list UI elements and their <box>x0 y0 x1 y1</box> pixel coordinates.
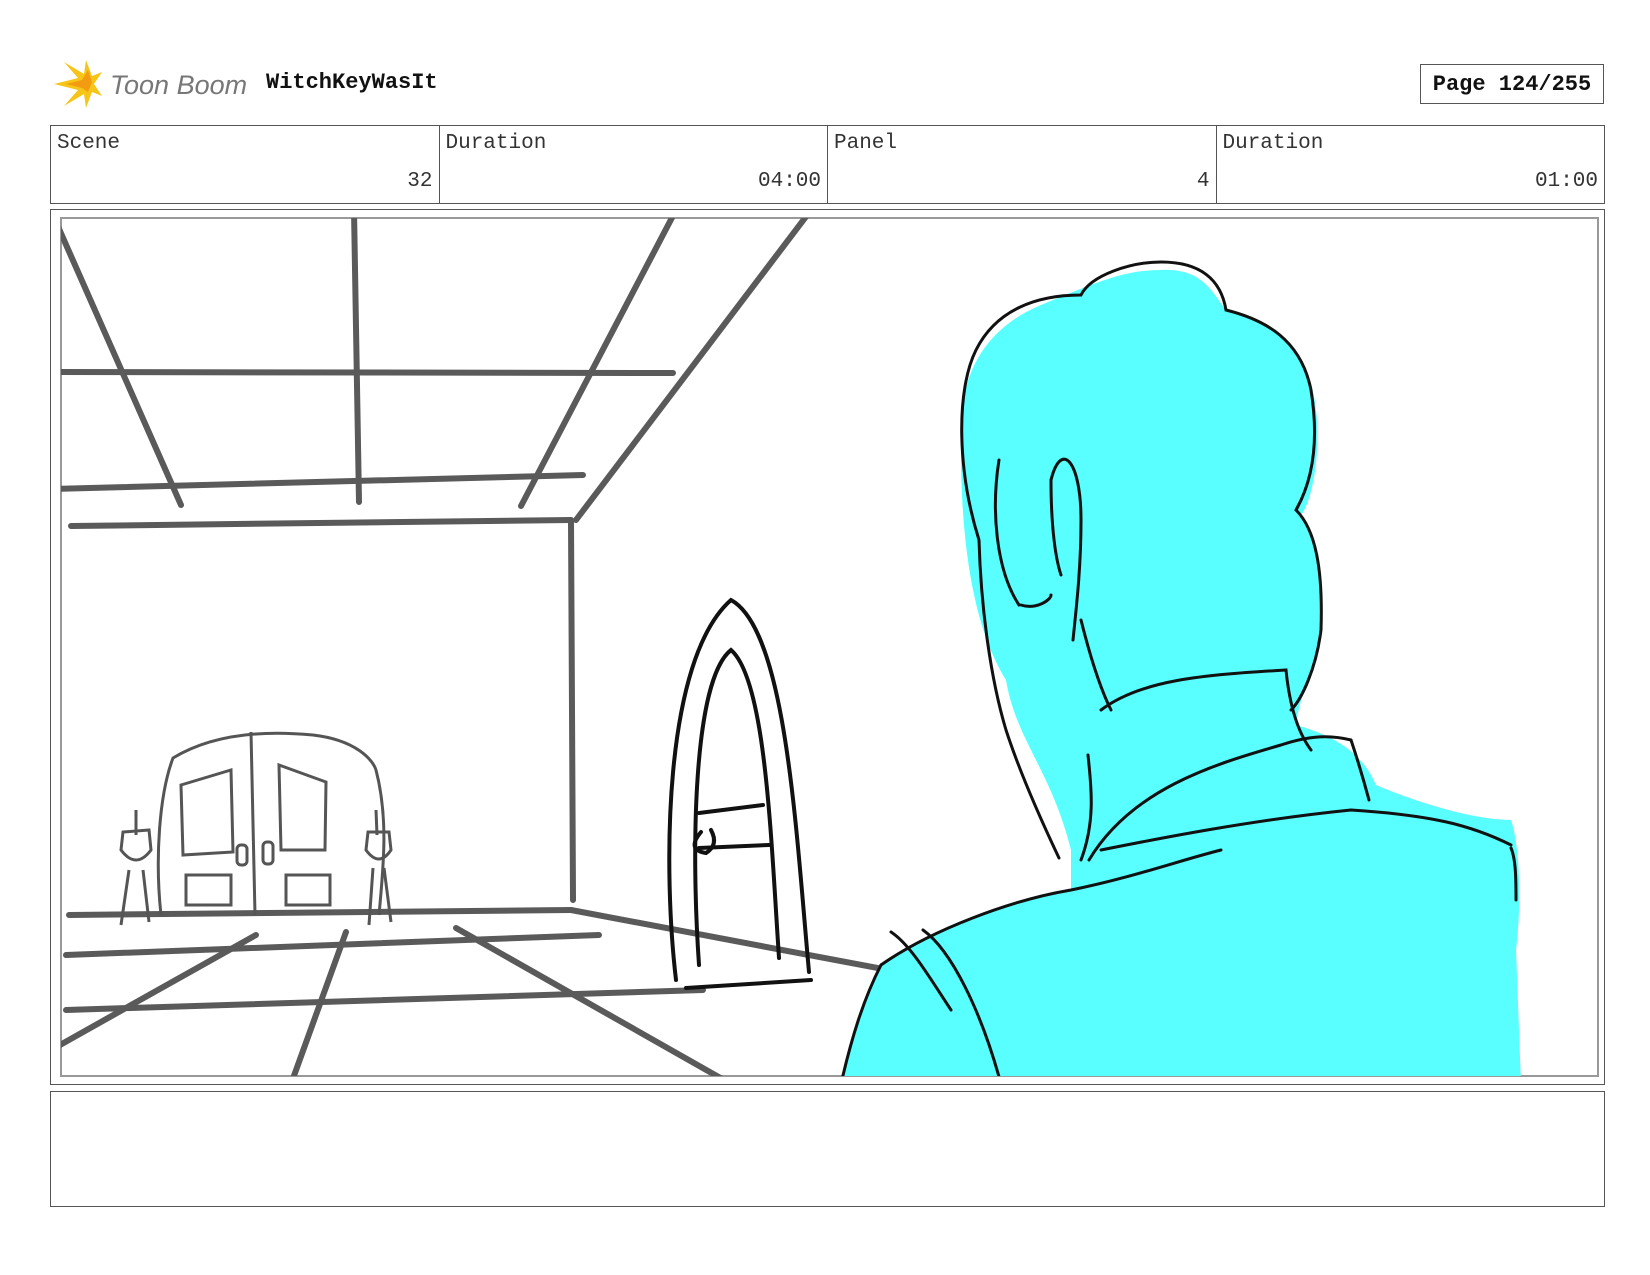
page-indicator: Page 124/255 <box>1420 64 1604 104</box>
scene-duration-label: Duration <box>445 132 547 155</box>
panel-cell: Panel 4 <box>828 126 1217 203</box>
toon-boom-logo: Toon Boom <box>52 58 248 110</box>
double-doors <box>119 731 393 926</box>
scene-duration-value: 04:00 <box>757 170 821 193</box>
scene-duration-cell: Duration 04:00 <box>440 126 828 203</box>
scene-value: 32 <box>407 170 433 193</box>
storyboard-sketch <box>60 217 1599 1077</box>
project-title: WitchKeyWasIt <box>266 70 438 95</box>
storyboard-panel <box>50 209 1605 1085</box>
panel-duration-value: 01:00 <box>1534 170 1598 193</box>
scene-cell: Scene 32 <box>51 126 440 203</box>
page-label: Page 124/255 <box>1432 71 1592 97</box>
panel-label: Panel <box>834 132 898 155</box>
scene-label: Scene <box>57 132 121 155</box>
starburst-icon <box>54 60 102 108</box>
panel-duration-label: Duration <box>1222 132 1324 155</box>
panel-duration-cell: Duration 01:00 <box>1217 126 1605 203</box>
panel-notes-area <box>50 1091 1605 1207</box>
logo-text: Toon Boom <box>110 70 247 100</box>
panel-value: 4 <box>1196 170 1210 193</box>
character-back-view <box>841 260 1521 1076</box>
panel-info-bar: Scene 32 Duration 04:00 Panel 4 Duration… <box>50 125 1605 204</box>
